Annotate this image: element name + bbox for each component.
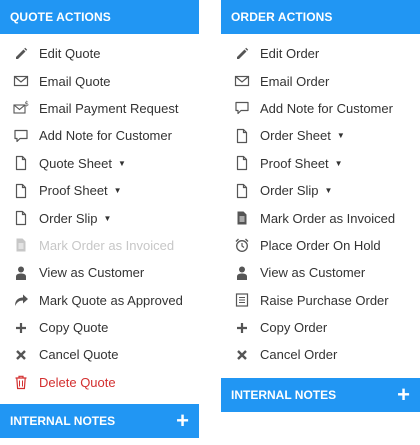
document-icon [12, 154, 30, 172]
raise-purchase-order-action[interactable]: Raise Purchase Order [221, 287, 420, 314]
mark-order-as-invoiced-action: Mark Order as Invoiced [0, 232, 199, 259]
copy-quote-action[interactable]: Copy Quote [0, 314, 199, 341]
document-icon [12, 209, 30, 227]
email-payment-request-action[interactable]: $ Email Payment Request [0, 95, 199, 122]
filled-document-icon [12, 236, 30, 254]
action-label: Mark Quote as Approved [39, 292, 183, 308]
trash-icon [12, 373, 30, 391]
action-label: Email Order [260, 73, 330, 89]
action-label: Place Order On Hold [260, 237, 381, 253]
add-note-for-customer-action[interactable]: Add Note for Customer [0, 122, 199, 149]
internal-notes-header: INTERNAL NOTES + [0, 404, 199, 438]
envelope-dollar-icon: $ [12, 99, 30, 117]
pencil-icon [233, 45, 251, 63]
action-label: Order Slip [260, 183, 319, 199]
copy-order-action[interactable]: Copy Order [221, 314, 420, 341]
caret-down-icon: ▼ [336, 131, 345, 141]
email-quote-action[interactable]: Email Quote [0, 67, 199, 94]
svg-text:$: $ [25, 100, 29, 108]
cancel-quote-action[interactable]: Cancel Quote [0, 341, 199, 368]
order-actions-list: Edit Order Email Order Add Note for Custom… [221, 34, 420, 369]
action-label: Delete Quote [39, 374, 116, 390]
edit-order-action[interactable]: Edit Order [221, 40, 420, 67]
action-label: Order Sheet [260, 128, 331, 144]
x-icon [12, 346, 30, 364]
action-label: Quote Sheet [39, 155, 112, 171]
caret-down-icon: ▼ [118, 158, 126, 168]
order-slip-action[interactable]: Order Slip ▼ [0, 204, 199, 231]
action-label: Copy Order [260, 320, 328, 336]
add-internal-note-button[interactable]: + [176, 410, 189, 432]
order-actions-panel: ORDER ACTIONS Edit Order Email Order Add N… [221, 0, 420, 412]
action-label: Add Note for Customer [260, 100, 393, 116]
cancel-order-action[interactable]: Cancel Order [221, 341, 420, 368]
add-internal-note-button[interactable]: + [397, 384, 410, 406]
action-label: Mark Order as Invoiced [39, 237, 175, 253]
caret-down-icon: ▼ [334, 158, 343, 168]
person-icon [233, 264, 251, 282]
delete-quote-action[interactable]: Delete Quote [0, 369, 199, 396]
place-order-on-hold-action[interactable]: Place Order On Hold [221, 232, 420, 259]
mark-order-as-invoiced-action[interactable]: Mark Order as Invoiced [221, 204, 420, 231]
plus-icon [12, 319, 30, 337]
view-as-customer-action[interactable]: View as Customer [0, 259, 199, 286]
caret-down-icon: ▼ [103, 213, 112, 223]
person-icon [12, 264, 30, 282]
document-icon [233, 127, 251, 145]
quote-actions-list: Edit Quote Email Quote $ Email Payment Requ… [0, 34, 199, 396]
internal-notes-title: INTERNAL NOTES [231, 388, 337, 402]
action-label: Cancel Order [260, 347, 338, 363]
quote-actions-header: QUOTE ACTIONS [0, 0, 199, 34]
add-note-for-customer-action[interactable]: Add Note for Customer [221, 95, 420, 122]
forward-arrow-icon [12, 291, 30, 309]
caret-down-icon: ▼ [113, 186, 122, 196]
action-label: Email Payment Request [39, 100, 179, 116]
speech-bubble-icon [12, 127, 30, 145]
plus-icon [233, 319, 251, 337]
caret-down-icon: ▼ [324, 186, 333, 196]
action-label: Mark Order as Invoiced [260, 210, 396, 226]
action-label: Email Quote [39, 73, 111, 89]
action-label: Raise Purchase Order [260, 292, 389, 308]
order-actions-header: ORDER ACTIONS [221, 0, 420, 34]
proof-sheet-action[interactable]: Proof Sheet ▼ [221, 150, 420, 177]
proof-sheet-action[interactable]: Proof Sheet ▼ [0, 177, 199, 204]
action-label: Order Slip [39, 210, 98, 226]
view-as-customer-action[interactable]: View as Customer [221, 259, 420, 286]
document-icon [233, 154, 251, 172]
x-icon [233, 346, 251, 364]
list-document-icon [233, 291, 251, 309]
action-label: Edit Quote [39, 46, 101, 62]
order-slip-action[interactable]: Order Slip ▼ [221, 177, 420, 204]
action-label: Edit Order [260, 46, 320, 62]
action-label: Proof Sheet [39, 183, 108, 199]
pencil-icon [12, 45, 30, 63]
quote-actions-panel: QUOTE ACTIONS Edit Quote Email Quote $ Emai… [0, 0, 199, 438]
speech-bubble-icon [233, 99, 251, 117]
document-icon [233, 182, 251, 200]
envelope-icon [233, 72, 251, 90]
alarm-clock-icon [233, 236, 251, 254]
action-label: View as Customer [260, 265, 366, 281]
internal-notes-header: INTERNAL NOTES + [221, 378, 420, 412]
action-label: Copy Quote [39, 320, 109, 336]
action-label: Cancel Quote [39, 347, 119, 363]
email-order-action[interactable]: Email Order [221, 67, 420, 94]
action-label: View as Customer [39, 265, 145, 281]
mark-quote-as-approved-action[interactable]: Mark Quote as Approved [0, 287, 199, 314]
filled-document-icon [233, 209, 251, 227]
document-icon [12, 182, 30, 200]
action-label: Add Note for Customer [39, 128, 172, 144]
internal-notes-title: INTERNAL NOTES [10, 414, 116, 428]
order-sheet-action[interactable]: Order Sheet ▼ [221, 122, 420, 149]
envelope-icon [12, 72, 30, 90]
edit-quote-action[interactable]: Edit Quote [0, 40, 199, 67]
action-label: Proof Sheet [260, 155, 329, 171]
quote-sheet-action[interactable]: Quote Sheet ▼ [0, 150, 199, 177]
